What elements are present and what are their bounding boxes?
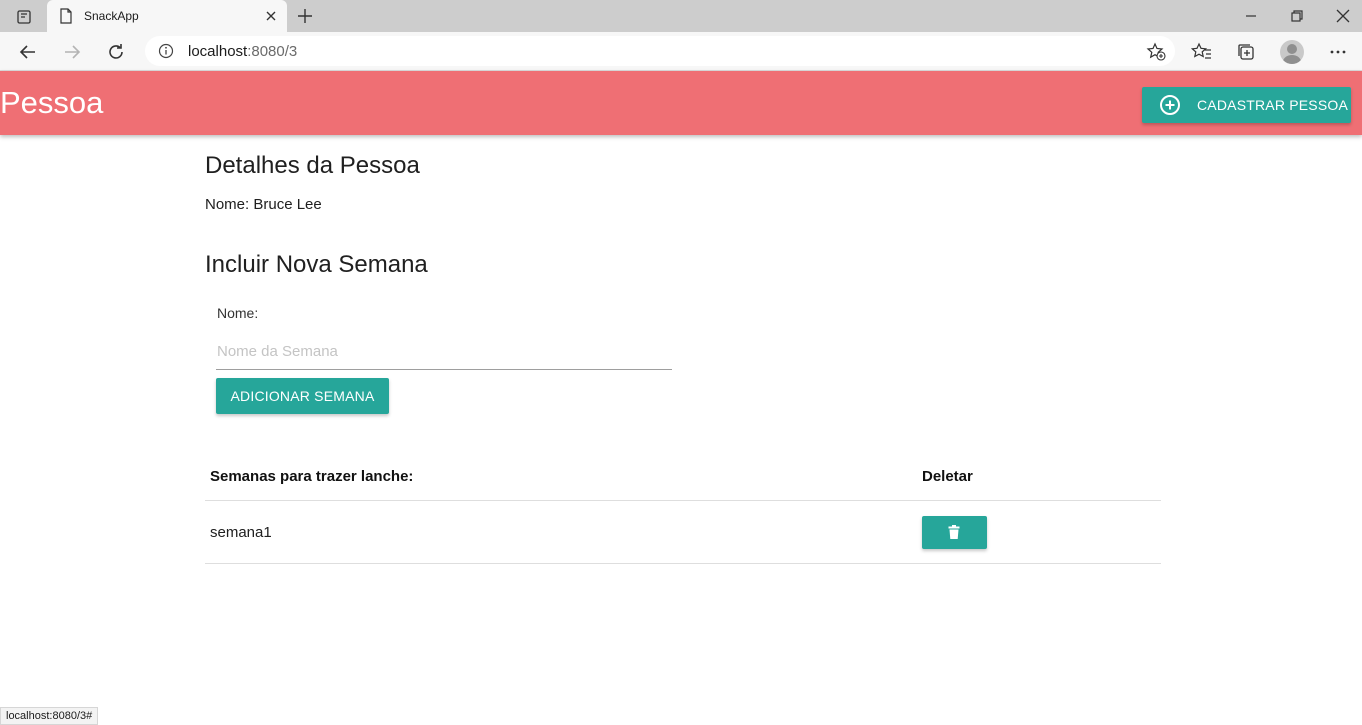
url-host: localhost: [188, 43, 248, 60]
favorites-icon[interactable]: [1191, 41, 1213, 63]
minimize-icon[interactable]: [1241, 6, 1261, 26]
page-icon: [60, 8, 72, 24]
add-week-button[interactable]: ADICIONAR SEMANA: [216, 378, 389, 414]
person-name: Nome: Bruce Lee: [205, 196, 322, 213]
restore-icon[interactable]: [1287, 6, 1307, 26]
cadastrar-pessoa-button[interactable]: CADASTRAR PESSOA: [1142, 87, 1351, 123]
app-header: Pessoa CADASTRAR PESSOA: [0, 71, 1362, 135]
browser-tab[interactable]: SnackApp: [47, 0, 287, 32]
tab-close-icon[interactable]: [263, 8, 279, 24]
browser-tab-strip: SnackApp: [0, 0, 1362, 32]
back-icon[interactable]: [17, 41, 39, 63]
status-bar-url: localhost:8080/3#: [0, 707, 99, 725]
close-window-icon[interactable]: [1333, 6, 1353, 26]
browser-toolbar: localhost:8080/3: [0, 32, 1362, 71]
table-header-row: Semanas para trazer lanche: Deletar: [205, 452, 1161, 501]
url-path: :8080/3: [247, 43, 298, 60]
delete-week-button[interactable]: [922, 516, 987, 549]
address-bar[interactable]: localhost:8080/3: [145, 36, 1175, 66]
week-name-label: Nome:: [217, 305, 259, 321]
new-week-heading: Incluir Nova Semana: [205, 251, 428, 278]
week-name-input[interactable]: [216, 334, 672, 370]
profile-avatar[interactable]: [1280, 40, 1304, 64]
page-title: Pessoa: [0, 85, 104, 120]
collections-icon[interactable]: [1235, 41, 1257, 63]
add-favorite-icon[interactable]: [1146, 42, 1166, 62]
url-text: localhost:8080/3: [188, 43, 297, 60]
week-name-cell: semana1: [210, 524, 272, 541]
trash-icon: [948, 525, 960, 539]
plus-circle-icon: [1160, 95, 1180, 115]
details-heading: Detalhes da Pessoa: [205, 152, 420, 179]
refresh-icon[interactable]: [105, 41, 127, 63]
tab-actions-icon[interactable]: [10, 7, 38, 27]
tab-title: SnackApp: [84, 9, 139, 23]
table-row: semana1: [205, 501, 1161, 564]
delete-column-header: Deletar: [922, 468, 973, 485]
new-tab-icon[interactable]: [295, 6, 315, 26]
weeks-column-header: Semanas para trazer lanche:: [210, 468, 414, 485]
more-options-icon[interactable]: [1327, 41, 1349, 63]
cadastrar-pessoa-label: CADASTRAR PESSOA: [1197, 97, 1349, 113]
weeks-table: Semanas para trazer lanche: Deletar sema…: [205, 452, 1161, 564]
forward-icon[interactable]: [61, 41, 83, 63]
site-info-icon[interactable]: [158, 43, 174, 59]
